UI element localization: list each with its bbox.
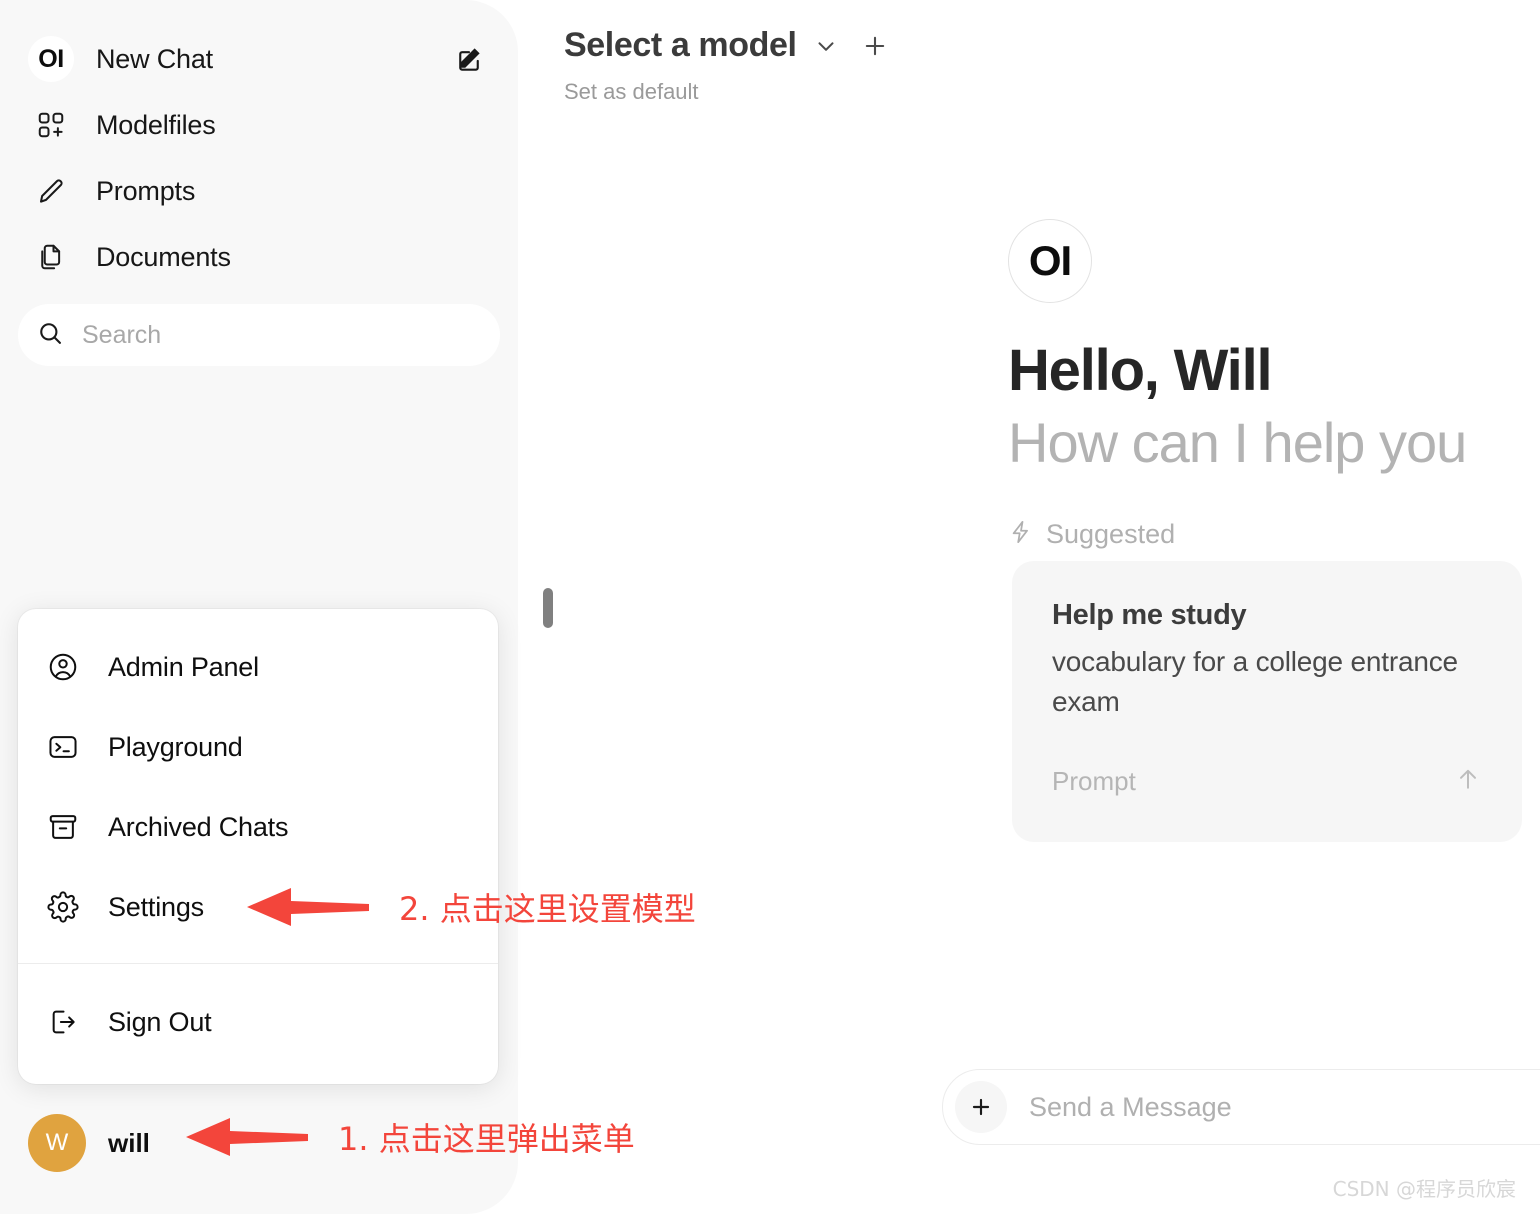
annotation-step-1-text: 1. 点击这里弹出菜单 (338, 1120, 635, 1158)
sidebar-item-new-chat[interactable]: OI New Chat (18, 26, 500, 92)
new-chat-edit-icon[interactable] (452, 42, 486, 76)
suggestion-card[interactable]: Help me study vocabulary for a college e… (1012, 561, 1522, 842)
greeting-logo-text: OI (1028, 237, 1072, 284)
set-as-default-button[interactable]: Set as default (564, 79, 889, 105)
pencil-icon (28, 176, 74, 206)
documents-copy-icon (28, 242, 74, 272)
user-circle-icon (40, 651, 86, 683)
menu-item-archived-chats[interactable]: Archived Chats (18, 787, 498, 867)
sidebar-item-documents[interactable]: Documents (18, 224, 500, 290)
suggestion-card-footer: Prompt (1052, 765, 1482, 798)
app-logo-text: OI (38, 44, 64, 73)
main-content: Select a model Set as default OI Hello, … (518, 0, 1540, 1214)
sidebar: OI New Chat Modelfiles Prompts Documents… (0, 0, 518, 1214)
suggestion-card-footer-label: Prompt (1052, 766, 1136, 796)
search-icon (36, 319, 64, 352)
avatar-initial: W (45, 1129, 69, 1156)
greeting-subtitle: How can I help you (1008, 411, 1467, 474)
sidebar-item-label-prompts: Prompts (96, 175, 196, 206)
annotation-arrow-left-icon (186, 1118, 308, 1156)
annotation-arrow-left-icon (247, 888, 369, 926)
composer-plus-icon[interactable] (955, 1081, 1007, 1133)
add-model-plus-icon[interactable] (861, 32, 889, 60)
popup-menu-group-footer: Sign Out (18, 964, 498, 1084)
model-selector: Select a model Set as default (564, 26, 889, 105)
suggestion-card-description: vocabulary for a college entrance exam (1052, 646, 1458, 717)
suggested-header: Suggested (1008, 519, 1540, 550)
sidebar-item-label-documents: Documents (96, 241, 231, 272)
user-popup-menu: Admin Panel Playground Archived Chats Se… (18, 609, 498, 1084)
search-wrap: Search (0, 290, 518, 366)
suggestion-card-title: Help me study (1052, 599, 1247, 631)
model-selector-title: Select a model (564, 26, 797, 64)
modelfiles-grid-plus-icon (28, 110, 74, 140)
menu-item-sign-out[interactable]: Sign Out (18, 982, 498, 1062)
archive-box-icon (40, 811, 86, 843)
annotation-step-1: 1. 点击这里弹出菜单 (186, 1114, 635, 1160)
search-input[interactable]: Search (18, 304, 500, 366)
sign-out-icon (40, 1006, 86, 1038)
menu-item-label-admin-panel: Admin Panel (108, 651, 259, 682)
menu-item-admin-panel[interactable]: Admin Panel (18, 627, 498, 707)
sidebar-item-label-modelfiles: Modelfiles (96, 109, 216, 140)
lightning-bolt-icon (1008, 519, 1034, 550)
annotation-step-2: 2. 点击这里设置模型 (247, 884, 696, 930)
menu-item-label-playground: Playground (108, 731, 243, 762)
sidebar-item-prompts[interactable]: Prompts (18, 158, 500, 224)
menu-item-label-archived-chats: Archived Chats (108, 811, 289, 842)
menu-item-label-sign-out: Sign Out (108, 1006, 212, 1037)
sidebar-item-label-new-chat: New Chat (96, 43, 213, 74)
app-logo-icon: OI (28, 36, 74, 82)
app-root: OI New Chat Modelfiles Prompts Documents… (0, 0, 1540, 1214)
sidebar-user-name: will (108, 1127, 150, 1158)
chevron-down-icon[interactable] (813, 33, 839, 59)
avatar: W (28, 1114, 86, 1172)
message-composer[interactable]: Send a Message (942, 1069, 1540, 1145)
sidebar-item-modelfiles[interactable]: Modelfiles (18, 92, 500, 158)
menu-item-playground[interactable]: Playground (18, 707, 498, 787)
annotation-step-2-text: 2. 点击这里设置模型 (399, 890, 696, 928)
sidebar-nav-top: OI New Chat Modelfiles Prompts Documents (0, 0, 518, 290)
watermark: CSDN @程序员欣宸 (1332, 1177, 1516, 1201)
greeting-hello: Hello, Will (1008, 338, 1273, 403)
gear-icon (40, 891, 86, 923)
model-selector-row[interactable]: Select a model (564, 26, 889, 65)
menu-item-label-settings: Settings (108, 891, 204, 922)
greeting-block: OI Hello, Will How can I help you Sugges… (1008, 219, 1540, 550)
arrow-up-icon[interactable] (1454, 765, 1482, 798)
terminal-icon (40, 731, 86, 763)
suggested-label: Suggested (1046, 519, 1176, 549)
greeting-logo-icon: OI (1008, 219, 1092, 303)
search-placeholder: Search (82, 320, 162, 349)
composer-placeholder: Send a Message (1029, 1091, 1232, 1122)
sidebar-user-button[interactable]: W will (18, 1106, 160, 1180)
